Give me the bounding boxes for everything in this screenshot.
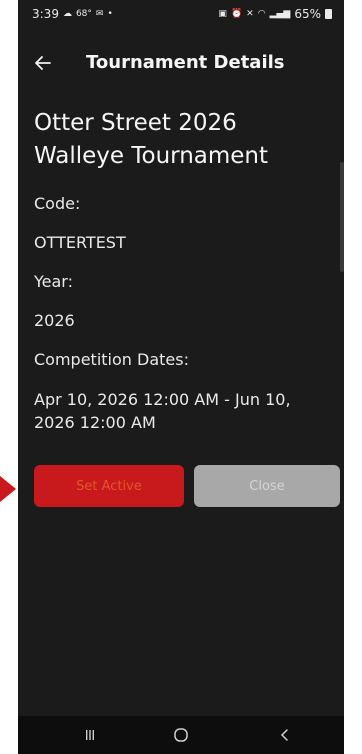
wifi-icon: ◠ bbox=[257, 9, 266, 19]
mail-icon: ✉ bbox=[95, 9, 104, 19]
dot-icon: • bbox=[107, 9, 113, 19]
phone-screen: 3:39 ☁ 68° ✉ • ▣ ⏰ ✕ ◠ ▂▄▆ 65% Tournamen… bbox=[18, 0, 344, 754]
home-circle-icon bbox=[174, 728, 188, 742]
status-bar-left: 3:39 ☁ 68° ✉ • bbox=[32, 7, 113, 21]
battery-percent: 65% bbox=[294, 7, 321, 21]
code-value: OTTERTEST bbox=[34, 233, 126, 252]
status-time: 3:39 bbox=[32, 7, 59, 21]
action-buttons: Set Active Close bbox=[34, 465, 340, 507]
nav-home-button[interactable] bbox=[166, 724, 196, 746]
page-title: Tournament Details bbox=[86, 52, 285, 73]
close-button[interactable]: Close bbox=[194, 465, 340, 507]
arrow-right-icon bbox=[0, 476, 16, 502]
status-bar-right: ▣ ⏰ ✕ ◠ ▂▄▆ 65% bbox=[218, 7, 332, 21]
set-active-button[interactable]: Set Active bbox=[34, 465, 184, 507]
weather-icon: ☁ bbox=[62, 9, 72, 19]
nfc-icon: ▣ bbox=[218, 9, 227, 19]
code-label: Code: bbox=[34, 194, 81, 213]
back-button[interactable] bbox=[30, 50, 56, 76]
mute-icon: ✕ bbox=[246, 9, 254, 19]
nav-back-button[interactable] bbox=[270, 724, 300, 746]
battery-icon bbox=[325, 9, 332, 19]
nav-recents-button[interactable] bbox=[75, 724, 105, 746]
dates-label: Competition Dates: bbox=[34, 350, 189, 369]
alarm-icon: ⏰ bbox=[230, 9, 243, 19]
recents-icon bbox=[86, 730, 94, 740]
year-label: Year: bbox=[34, 272, 73, 291]
tournament-name: Otter Street 2026 Walleye Tournament bbox=[34, 110, 269, 169]
system-nav-bar bbox=[18, 716, 344, 754]
chevron-left-icon bbox=[280, 729, 288, 741]
status-bar: 3:39 ☁ 68° ✉ • ▣ ⏰ ✕ ◠ ▂▄▆ 65% bbox=[18, 0, 344, 26]
year-value: 2026 bbox=[34, 311, 75, 330]
status-temperature: 68° bbox=[75, 9, 92, 19]
tournament-details: Otter Street 2026 Walleye Tournament Cod… bbox=[34, 107, 334, 434]
arrow-left-icon bbox=[35, 56, 51, 70]
app-bar: Tournament Details bbox=[18, 44, 344, 84]
signal-icon: ▂▄▆ bbox=[269, 9, 291, 19]
dates-value: Apr 10, 2026 12:00 AM - Jun 10, 2026 12:… bbox=[34, 390, 291, 432]
scrollbar[interactable] bbox=[340, 162, 344, 272]
